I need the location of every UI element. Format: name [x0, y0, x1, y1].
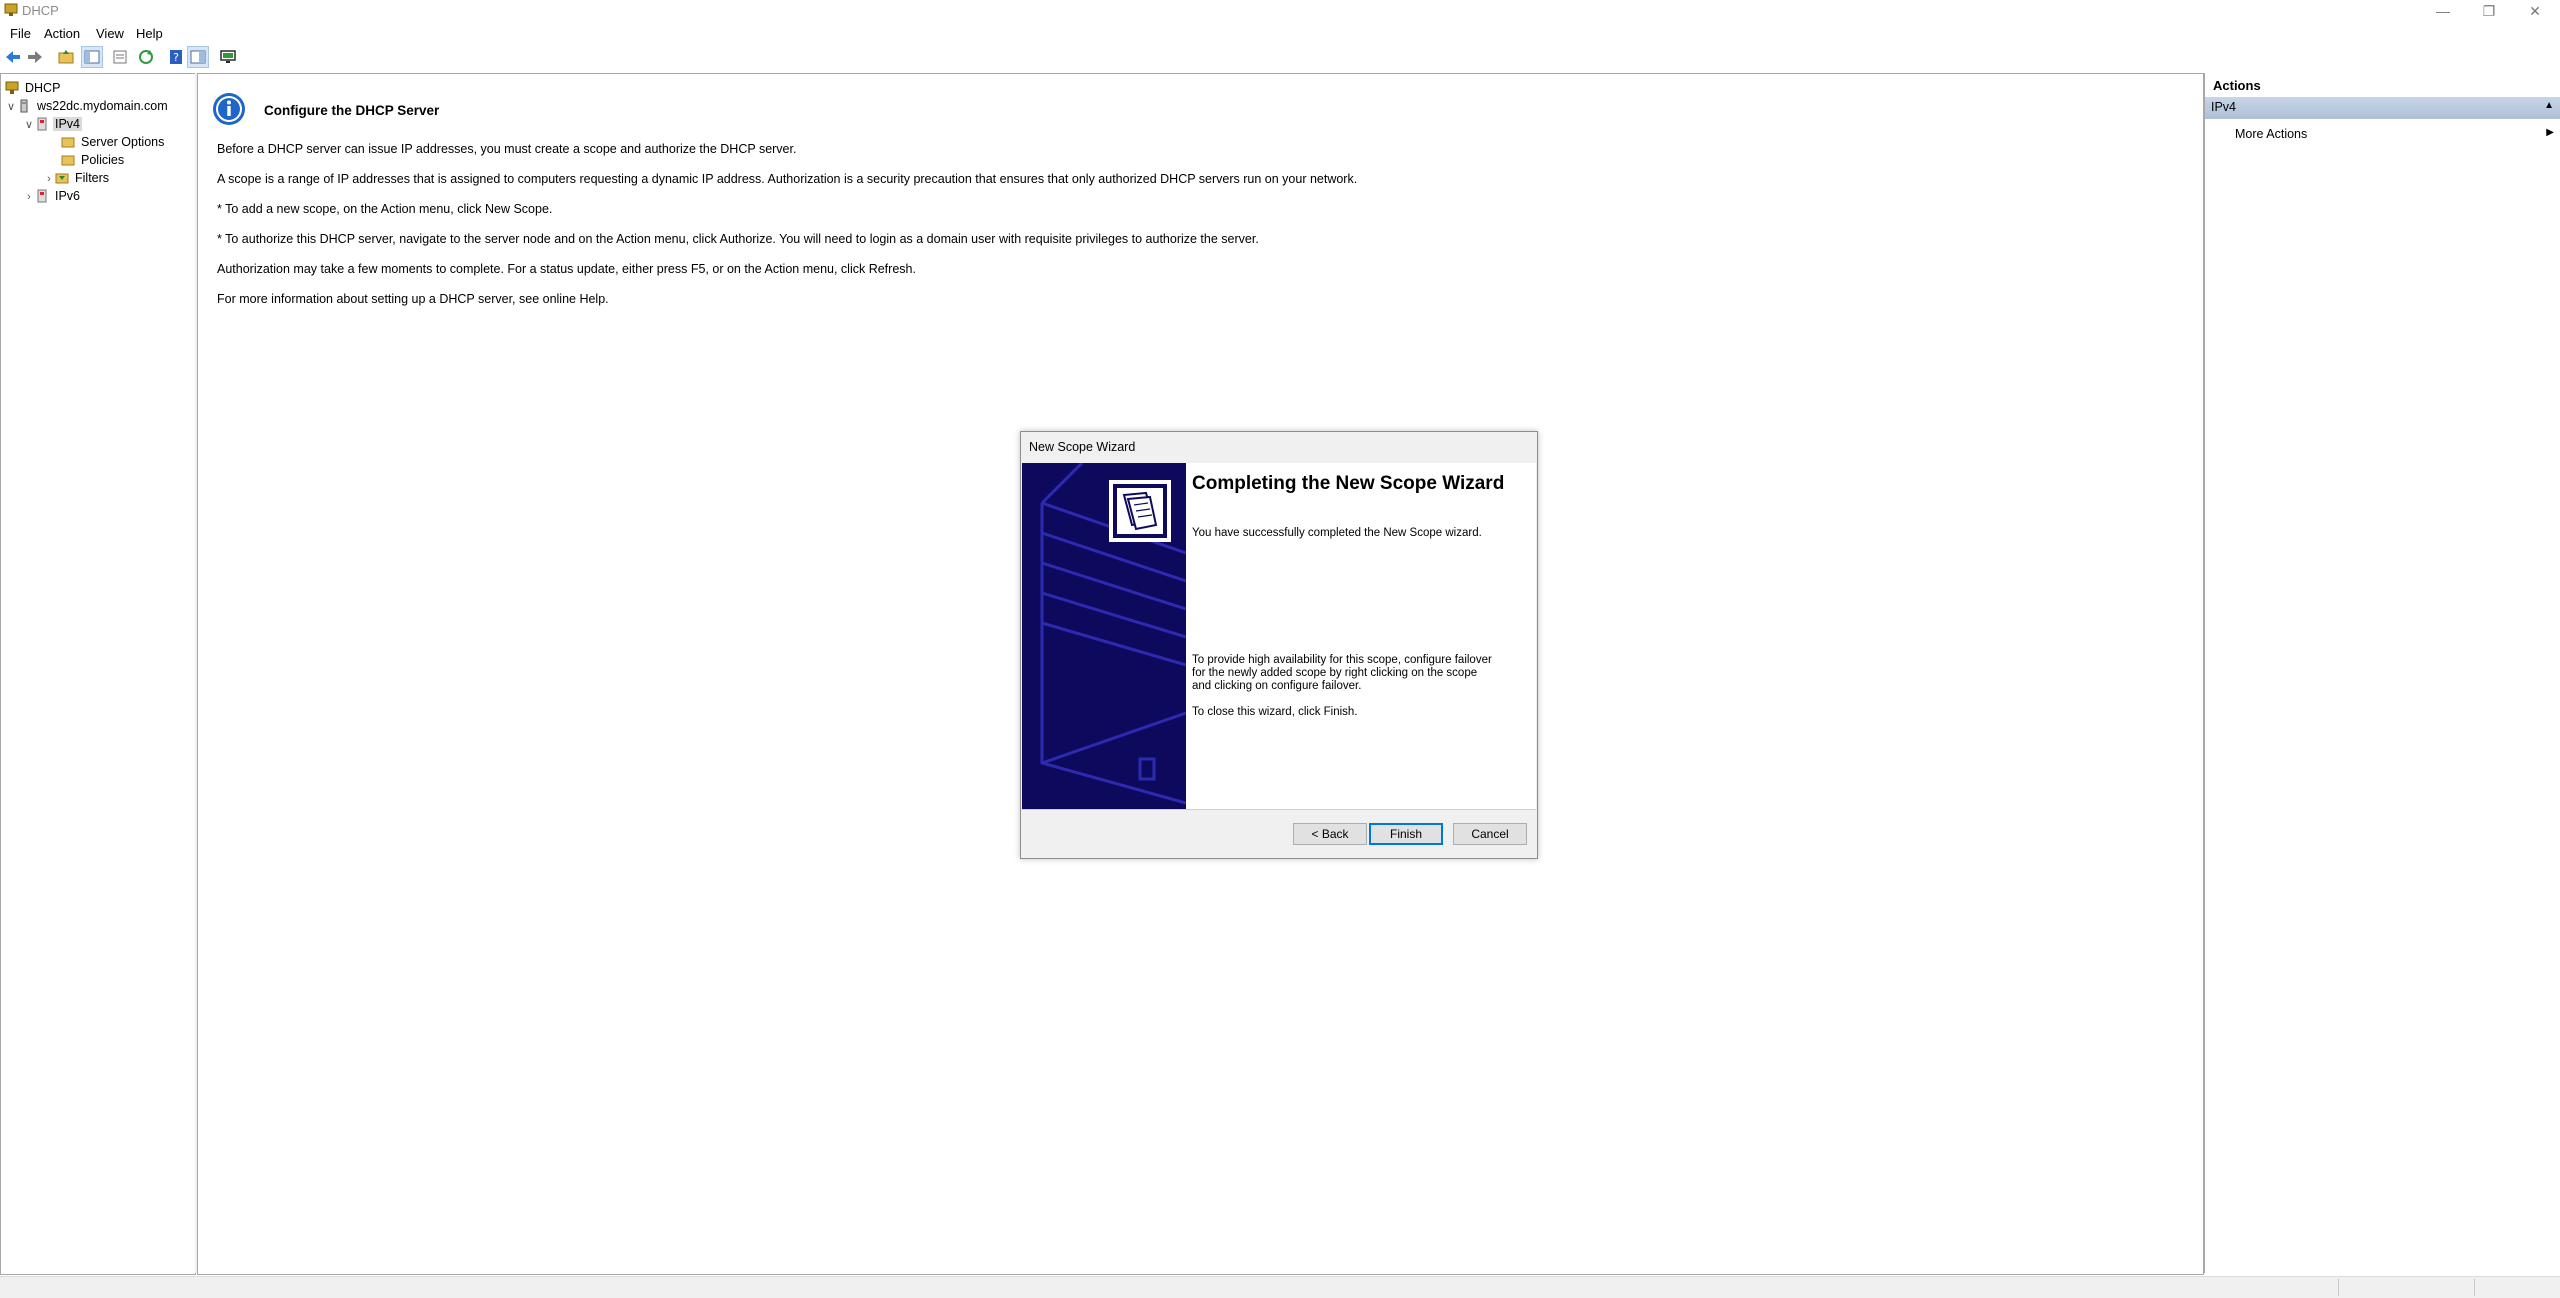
- tree-label-filters: Filters: [75, 171, 110, 185]
- info-paragraph-1: Before a DHCP server can issue IP addres…: [217, 142, 797, 156]
- actions-section-ipv4[interactable]: IPv4 ▲: [2205, 97, 2560, 119]
- tree-node-ipv4[interactable]: ∨ IPv4: [23, 115, 83, 134]
- server-icon: [20, 99, 28, 113]
- wizard-banner-image: [1022, 463, 1186, 809]
- show-hide-tree-icon[interactable]: [81, 46, 103, 68]
- ipv6-icon: [37, 189, 47, 203]
- tree-label-server-options: Server Options: [81, 135, 165, 149]
- new-scope-wizard-dialog: New Scope Wizard Completing the New Scop…: [1020, 431, 1538, 859]
- page-heading: Configure the DHCP Server: [264, 103, 440, 118]
- tree-node-filters[interactable]: › Filters: [43, 169, 111, 187]
- dhcp-app-icon: [4, 3, 18, 16]
- tree-node-server-options[interactable]: Server Options: [61, 133, 166, 151]
- more-actions-link[interactable]: More Actions: [2235, 127, 2307, 141]
- status-bar: [0, 1276, 2560, 1298]
- finish-button[interactable]: Finish: [1369, 823, 1443, 845]
- chevron-right-icon[interactable]: ›: [43, 170, 55, 188]
- monitor-icon[interactable]: [218, 47, 238, 67]
- tree-node-ipv6[interactable]: › IPv6: [23, 187, 82, 205]
- wizard-title: New Scope Wizard: [1029, 440, 1136, 454]
- folder-icon: [61, 155, 75, 166]
- info-paragraph-3: * To add a new scope, on the Action menu…: [217, 202, 553, 216]
- info-paragraph-6: For more information about setting up a …: [217, 292, 609, 306]
- tree-label-server: ws22dc.mydomain.com: [37, 99, 168, 113]
- menu-bar: File Action View Help: [0, 24, 2560, 44]
- menu-file[interactable]: File: [10, 24, 31, 44]
- forward-arrow-icon[interactable]: [25, 47, 45, 67]
- window-title: DHCP: [22, 3, 59, 18]
- properties-icon[interactable]: [187, 46, 209, 68]
- tree-node-policies[interactable]: Policies: [61, 151, 126, 169]
- actions-section-label: IPv4: [2211, 100, 2237, 114]
- folder-icon: [61, 137, 75, 148]
- back-arrow-icon[interactable]: [3, 47, 23, 67]
- status-divider: [2338, 1279, 2339, 1296]
- tree-node-dhcp[interactable]: DHCP: [5, 79, 62, 97]
- chevron-right-icon[interactable]: ›: [23, 188, 35, 206]
- menu-view[interactable]: View: [96, 24, 124, 44]
- tree-label-ipv4: IPv4: [53, 117, 83, 131]
- status-divider: [2474, 1279, 2475, 1296]
- restore-button[interactable]: ❐: [2466, 0, 2512, 22]
- menu-action[interactable]: Action: [44, 24, 80, 44]
- wizard-failover-text: To provide high availability for this sc…: [1192, 654, 1492, 692]
- info-paragraph-4: * To authorize this DHCP server, navigat…: [217, 232, 1259, 246]
- info-icon: [213, 93, 245, 125]
- export-list-icon[interactable]: [110, 47, 130, 67]
- svg-text:?: ?: [173, 51, 179, 64]
- up-folder-icon[interactable]: [56, 47, 76, 67]
- back-button[interactable]: < Back: [1293, 823, 1367, 845]
- close-button[interactable]: ✕: [2512, 0, 2558, 22]
- cancel-button[interactable]: Cancel: [1453, 823, 1527, 845]
- info-paragraph-2: A scope is a range of IP addresses that …: [217, 172, 1358, 186]
- wizard-close-hint: To close this wizard, click Finish.: [1192, 706, 1358, 718]
- wizard-heading: Completing the New Scope Wizard: [1192, 473, 1505, 494]
- console-tree: DHCP ∨ ws22dc.mydomain.com ∨ IPv4 Server O…: [0, 73, 196, 1275]
- title-bar: DHCP — ❐ ✕: [0, 0, 2560, 22]
- ipv4-icon: [37, 117, 47, 131]
- dhcp-root-icon: [5, 81, 19, 94]
- tree-label-ipv6: IPv6: [55, 189, 81, 203]
- actions-title: Actions: [2213, 78, 2261, 93]
- submenu-arrow-icon[interactable]: ▶: [2546, 127, 2554, 138]
- info-paragraph-5: Authorization may take a few moments to …: [217, 262, 916, 276]
- help-icon[interactable]: ?: [166, 47, 186, 67]
- toolbar: ?: [0, 46, 2560, 69]
- tree-label-dhcp: DHCP: [25, 81, 61, 95]
- wizard-body: Completing the New Scope Wizard You have…: [1022, 463, 1536, 810]
- tree-label-policies: Policies: [81, 153, 125, 167]
- tree-node-server[interactable]: ∨ ws22dc.mydomain.com: [5, 97, 170, 115]
- minimize-button[interactable]: —: [2420, 0, 2466, 22]
- menu-help[interactable]: Help: [136, 24, 163, 44]
- chevron-down-icon[interactable]: ∨: [5, 98, 17, 116]
- collapse-caret-icon[interactable]: ▲: [2544, 100, 2554, 111]
- filter-icon: [55, 173, 69, 184]
- wizard-success-text: You have successfully completed the New …: [1192, 527, 1482, 539]
- refresh-icon[interactable]: [136, 47, 156, 67]
- chevron-down-icon[interactable]: ∨: [23, 116, 35, 134]
- actions-pane: Actions IPv4 ▲ More Actions ▶: [2203, 73, 2560, 1273]
